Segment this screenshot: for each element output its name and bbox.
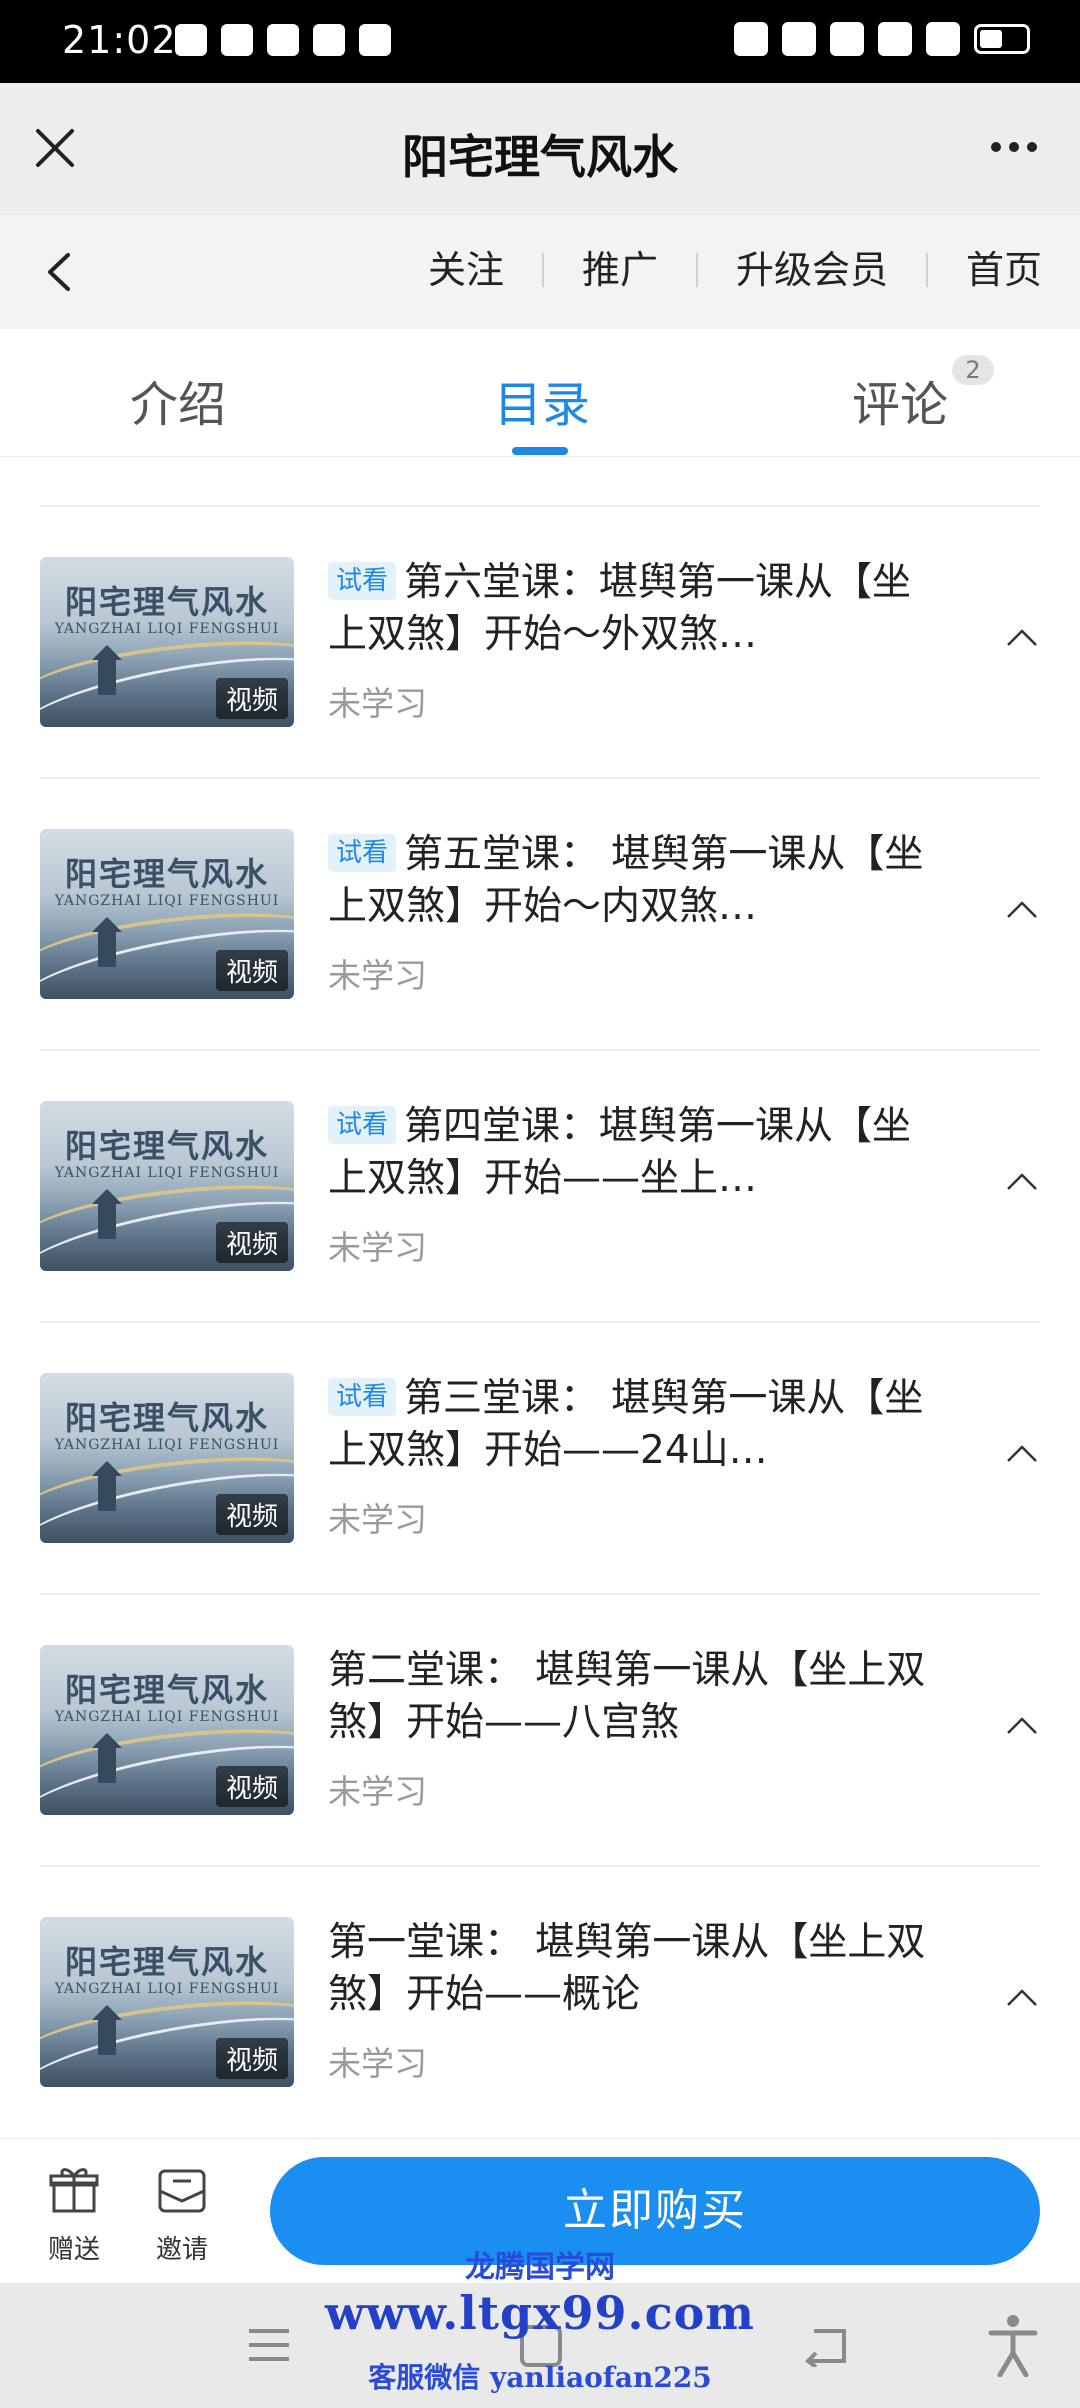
- video-tag: 视频: [215, 950, 288, 991]
- battery-icon: [974, 24, 1030, 54]
- nav-links: 关注 推广 升级会员 首页: [390, 245, 1080, 295]
- lesson-status: 未学习: [328, 1772, 427, 1811]
- lesson-thumbnail: 阳宅理气风水 YANGZHAI LIQI FENGSHUI 视频: [40, 557, 294, 727]
- chevron-up-icon[interactable]: [1004, 1169, 1040, 1193]
- status-time: 21:02: [62, 18, 177, 62]
- notification-icons: [175, 24, 391, 56]
- message-icon: [359, 24, 391, 56]
- watermark-url: www.ltgx99.com: [325, 2286, 755, 2340]
- thumbnail-title: 阳宅理气风水: [64, 1127, 269, 1165]
- trial-badge: 试看: [328, 1378, 397, 1416]
- trial-badge: 试看: [328, 562, 397, 600]
- lesson-info: 试看 第六堂课：堪舆第一课从【坐上双煞】开始～外双煞… 未学习: [328, 557, 928, 725]
- lesson-title: 第二堂课： 堪舆第一课从【坐上双煞】开始——八宫煞: [328, 1648, 926, 1745]
- video-tag: 视频: [215, 2038, 288, 2079]
- thumbnail-subtitle: YANGZHAI LIQI FENGSHUI: [54, 1437, 280, 1453]
- watermark-site-name: 龙腾国学网: [465, 2250, 615, 2285]
- thumbnail-subtitle: YANGZHAI LIQI FENGSHUI: [54, 1165, 280, 1181]
- lesson-item[interactable]: 阳宅理气风水 YANGZHAI LIQI FENGSHUI 视频 试看 第五堂课：…: [40, 777, 1040, 1049]
- lesson-thumbnail: 阳宅理气风水 YANGZHAI LIQI FENGSHUI 视频: [40, 1645, 294, 1815]
- lesson-title: 第一堂课： 堪舆第一课从【坐上双煞】开始——概论: [328, 1920, 926, 2017]
- chevron-up-icon[interactable]: [1004, 1441, 1040, 1465]
- tab-intro[interactable]: 介绍: [130, 365, 226, 435]
- lesson-item[interactable]: 阳宅理气风水 YANGZHAI LIQI FENGSHUI 视频 试看 第三堂课：…: [40, 1321, 1040, 1593]
- thumbnail-subtitle: YANGZHAI LIQI FENGSHUI: [54, 1981, 280, 1997]
- thumbnail-subtitle: YANGZHAI LIQI FENGSHUI: [54, 1709, 280, 1725]
- nav-bar: 关注 推广 升级会员 首页: [0, 215, 1080, 329]
- status-bar: 21:02: [0, 0, 1080, 83]
- video-tag: 视频: [215, 1494, 288, 1535]
- lesson-status: 未学习: [328, 684, 427, 723]
- lesson-thumbnail: 阳宅理气风水 YANGZHAI LIQI FENGSHUI 视频: [40, 1373, 294, 1543]
- lesson-status: 未学习: [328, 1228, 427, 1267]
- chevron-up-icon[interactable]: [1004, 1713, 1040, 1737]
- lesson-item[interactable]: 阳宅理气风水 YANGZHAI LIQI FENGSHUI 视频 第一堂课： 堪…: [40, 1865, 1040, 2137]
- thumbnail-title: 阳宅理气风水: [64, 1671, 269, 1709]
- lesson-info: 第一堂课： 堪舆第一课从【坐上双煞】开始——概论 未学习: [328, 1917, 928, 2085]
- lesson-list: 阳宅理气风水 YANGZHAI LIQI FENGSHUI 视频 试看 第六堂课：…: [40, 505, 1040, 2137]
- invite-icon: [158, 2169, 206, 2213]
- follow-link[interactable]: 关注: [390, 245, 542, 295]
- title-bar: 阳宅理气风水: [0, 83, 1080, 215]
- lesson-item[interactable]: 阳宅理气风水 YANGZHAI LIQI FENGSHUI 视频 试看 第四堂课：…: [40, 1049, 1040, 1321]
- chevron-up-icon[interactable]: [1004, 1985, 1040, 2009]
- alarm-icon: [734, 22, 768, 56]
- thumbnail-title: 阳宅理气风水: [64, 1943, 269, 1981]
- wechat-icon: [175, 24, 207, 56]
- storage-icon: [313, 24, 345, 56]
- lesson-item[interactable]: 阳宅理气风水 YANGZHAI LIQI FENGSHUI 视频 试看 第六堂课：…: [40, 505, 1040, 777]
- thumbnail-title: 阳宅理气风水: [64, 583, 269, 621]
- chevron-up-icon[interactable]: [1004, 625, 1040, 649]
- lesson-info: 第二堂课： 堪舆第一课从【坐上双煞】开始——八宫煞 未学习: [328, 1645, 928, 1813]
- active-tab-indicator: [512, 447, 568, 455]
- app-notification-icon: [221, 24, 253, 56]
- video-tag: 视频: [215, 1766, 288, 1807]
- lesson-thumbnail: 阳宅理气风水 YANGZHAI LIQI FENGSHUI 视频: [40, 1917, 294, 2087]
- signal-icon: [830, 22, 864, 56]
- tab-catalog[interactable]: 目录: [494, 365, 590, 435]
- thumbnail-subtitle: YANGZHAI LIQI FENGSHUI: [54, 621, 280, 637]
- comment-count-badge: 2: [952, 355, 995, 385]
- watermark-contact: 客服微信 yanliaofan225: [368, 2361, 712, 2394]
- tab-comments[interactable]: 评论 2: [852, 355, 995, 435]
- promote-link[interactable]: 推广: [544, 245, 696, 295]
- trial-badge: 试看: [328, 834, 397, 872]
- wifi-icon: [926, 22, 960, 56]
- lesson-title: 试看 第六堂课：堪舆第一课从【坐上双煞】开始～外双煞…: [328, 560, 912, 657]
- lesson-status: 未学习: [328, 2044, 427, 2083]
- lesson-title: 试看 第四堂课：堪舆第一课从【坐上双煞】开始——坐上…: [328, 1104, 912, 1201]
- lesson-info: 试看 第四堂课：堪舆第一课从【坐上双煞】开始——坐上… 未学习: [328, 1101, 928, 1269]
- lesson-item[interactable]: 阳宅理气风水 YANGZHAI LIQI FENGSHUI 视频 第二堂课： 堪…: [40, 1593, 1040, 1865]
- thumbnail-subtitle: YANGZHAI LIQI FENGSHUI: [54, 893, 280, 909]
- lesson-title: 试看 第五堂课： 堪舆第一课从【坐上双煞】开始～内双煞…: [328, 832, 924, 929]
- video-tag: 视频: [215, 1222, 288, 1263]
- system-indicators: [734, 22, 1030, 56]
- lesson-info: 试看 第五堂课： 堪舆第一课从【坐上双煞】开始～内双煞… 未学习: [328, 829, 928, 997]
- app-notification-icon: [267, 24, 299, 56]
- tab-bar: 介绍 目录 评论 2: [0, 329, 1080, 457]
- signal-icon: [878, 22, 912, 56]
- hd-icon: [782, 22, 816, 56]
- thumbnail-title: 阳宅理气风水: [64, 1399, 269, 1437]
- lesson-status: 未学习: [328, 1500, 427, 1539]
- lesson-thumbnail: 阳宅理气风水 YANGZHAI LIQI FENGSHUI 视频: [40, 829, 294, 999]
- lesson-info: 试看 第三堂课： 堪舆第一课从【坐上双煞】开始——24山… 未学习: [328, 1373, 928, 1541]
- chevron-up-icon[interactable]: [1004, 897, 1040, 921]
- tab-comments-label: 评论: [852, 377, 949, 433]
- page-title: 阳宅理气风水: [402, 130, 678, 184]
- thumbnail-title: 阳宅理气风水: [64, 855, 269, 893]
- lesson-thumbnail: 阳宅理气风水 YANGZHAI LIQI FENGSHUI 视频: [40, 1101, 294, 1271]
- lesson-status: 未学习: [328, 956, 427, 995]
- upgrade-member-link[interactable]: 升级会员: [698, 245, 926, 295]
- gift-icon: [49, 2168, 99, 2213]
- home-link[interactable]: 首页: [928, 245, 1080, 295]
- trial-badge: 试看: [328, 1106, 397, 1144]
- lesson-title: 试看 第三堂课： 堪舆第一课从【坐上双煞】开始——24山…: [328, 1376, 924, 1473]
- video-tag: 视频: [215, 678, 288, 719]
- back-icon[interactable]: [36, 247, 86, 297]
- more-icon[interactable]: [984, 127, 1044, 167]
